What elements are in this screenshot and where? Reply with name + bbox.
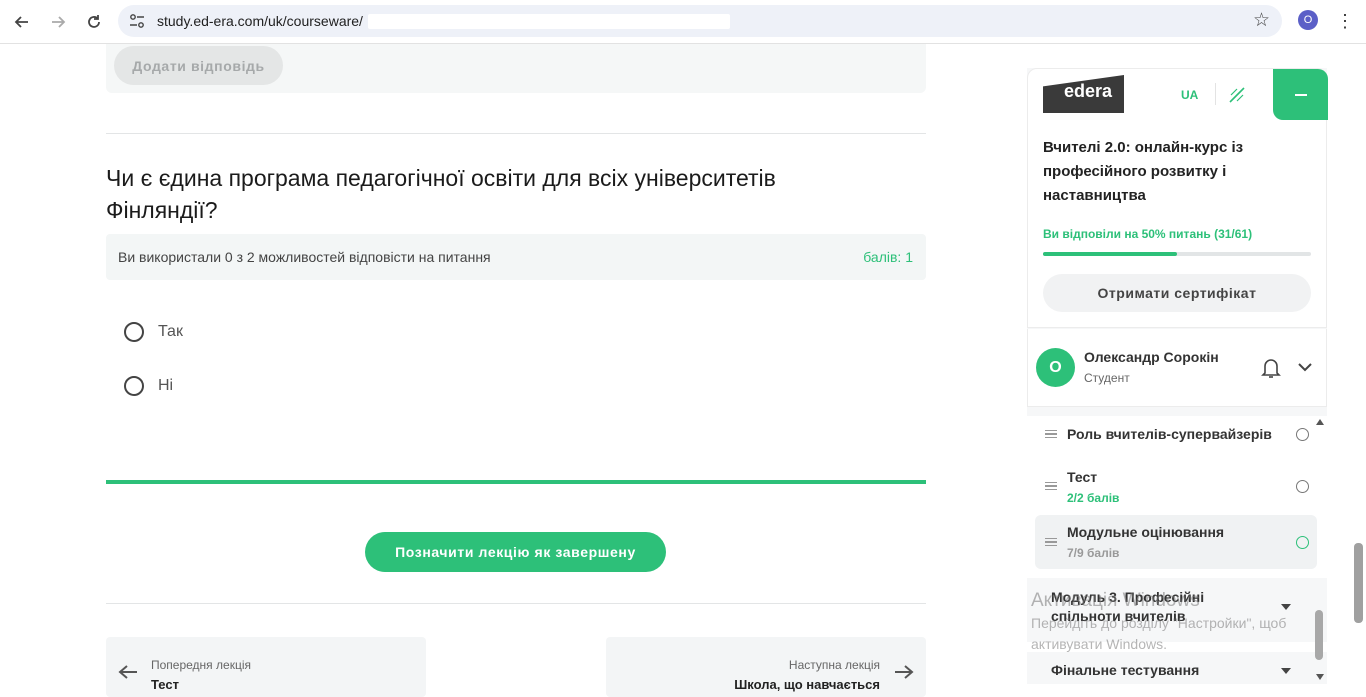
previous-lecture-title: Тест	[151, 677, 179, 692]
avatar[interactable]: О	[1036, 348, 1075, 387]
add-answer-button[interactable]: Додати відповідь	[114, 46, 283, 85]
page-scrollbar-thumb[interactable]	[1354, 543, 1363, 623]
user-name: Олександр Сорокін	[1084, 349, 1219, 365]
lesson-lines-icon	[1045, 538, 1057, 546]
lesson-title: Модульне оцінювання	[1067, 524, 1225, 540]
status-circle-icon	[1296, 480, 1309, 493]
lesson-score: 7/9 балів	[1067, 546, 1120, 560]
lesson-title: Роль вчителів-супервайзерів	[1067, 426, 1272, 442]
reload-icon[interactable]	[80, 8, 108, 36]
back-arrow-icon[interactable]	[8, 8, 36, 36]
sidebar-scroll-down-icon[interactable]	[1316, 674, 1324, 680]
logo-text: edera	[1064, 81, 1113, 101]
next-lecture-title: Школа, що навчається	[734, 677, 880, 692]
caret-down-icon	[1281, 668, 1291, 674]
user-panel: О Олександр Сорокін Студент	[1027, 329, 1327, 407]
course-progress-bar	[1043, 252, 1311, 256]
address-bar[interactable]: study.ed-era.com/uk/courseware/ ☆	[118, 5, 1282, 37]
lesson-title: Тест	[1067, 469, 1098, 485]
lesson-score: 2/2 балів	[1067, 491, 1120, 505]
lesson-lines-icon	[1045, 482, 1057, 490]
answer-option-no[interactable]: Ні	[124, 374, 173, 398]
redacted-url-part	[368, 14, 730, 29]
course-progress-fill	[1043, 252, 1177, 256]
chevron-down-icon[interactable]	[1298, 362, 1312, 372]
watermark-line: активувати Windows.	[1031, 636, 1167, 652]
radio-button[interactable]	[124, 376, 144, 396]
radio-button[interactable]	[124, 322, 144, 342]
get-certificate-button[interactable]: Отримати сертифікат	[1043, 274, 1311, 312]
next-lecture-label: Наступна лекція	[788, 658, 880, 672]
section-divider	[106, 603, 926, 604]
previous-lecture-label: Попередня лекція	[151, 658, 251, 672]
list-item-active[interactable]: Модульне оцінювання 7/9 балів	[1035, 515, 1317, 569]
course-header-card: edera UA Вчителі 2.0: онлайн-курс із про…	[1027, 68, 1328, 328]
next-lecture-link[interactable]: Наступна лекція Школа, що навчається	[606, 637, 926, 697]
browser-toolbar: study.ed-era.com/uk/courseware/ ☆ O ⋮	[0, 0, 1366, 44]
previous-answer-block: Додати відповідь	[106, 44, 926, 93]
watermark-line: Перейдіть до розділу "Настройки", щоб	[1031, 615, 1287, 631]
question-title: Чи є єдина програма педагогічної освіти …	[106, 165, 776, 223]
contrast-toggle-icon[interactable]	[1228, 86, 1246, 104]
list-item[interactable]: Тест 2/2 балів	[1035, 460, 1317, 512]
status-circle-icon	[1296, 536, 1309, 549]
bookmark-star-icon[interactable]: ☆	[1253, 9, 1270, 32]
option-label: Так	[158, 323, 183, 340]
windows-activation-watermark: Активація Windows Перейдіть до розділу "…	[1031, 589, 1286, 655]
bell-icon[interactable]	[1261, 357, 1281, 379]
sidebar-scrollbar-thumb[interactable]	[1315, 610, 1323, 660]
status-circle-icon	[1296, 428, 1309, 441]
minus-icon	[1294, 93, 1307, 96]
user-role: Студент	[1084, 371, 1130, 385]
arrow-left-icon	[118, 661, 138, 687]
answer-option-yes[interactable]: Так	[124, 320, 183, 344]
site-settings-icon[interactable]	[128, 12, 146, 30]
lesson-progress-line	[106, 480, 926, 484]
course-progress-label: Ви відповіли на 50% питань (31/61)	[1043, 227, 1253, 241]
watermark-title: Активація Windows	[1031, 590, 1200, 611]
lesson-lines-icon	[1045, 430, 1057, 438]
lesson-content: Додати відповідь Чи є єдина програма пед…	[0, 44, 1010, 697]
forward-arrow-icon[interactable]	[44, 8, 72, 36]
edera-logo[interactable]: edera	[1043, 75, 1124, 113]
sidebar-scroll-up-icon[interactable]	[1316, 419, 1324, 425]
previous-lecture-link[interactable]: Попередня лекція Тест	[106, 637, 426, 697]
browser-menu-icon[interactable]: ⋮	[1336, 9, 1354, 33]
mark-complete-button[interactable]: Позначити лекцію як завершену	[365, 532, 666, 572]
profile-avatar[interactable]: O	[1298, 10, 1318, 30]
header-divider	[1215, 83, 1216, 105]
collapse-menu-button[interactable]	[1273, 69, 1328, 120]
points-text: балів: 1	[863, 249, 913, 265]
attempts-info-bar: Ви використали 0 з 2 можливостей відпові…	[106, 234, 926, 280]
option-label: Ні	[158, 377, 174, 394]
arrow-right-icon	[894, 661, 914, 687]
module-title: Фінальне тестування	[1051, 662, 1200, 678]
list-item[interactable]: Роль вчителів-супервайзерів	[1035, 420, 1317, 448]
course-title: Вчителі 2.0: онлайн-курс із професійного…	[1043, 139, 1244, 204]
module-item[interactable]: Фінальне тестування	[1027, 652, 1327, 684]
url-text: study.ed-era.com/uk/courseware/	[157, 13, 363, 29]
section-divider	[106, 133, 926, 134]
language-switch[interactable]: UA	[1181, 88, 1198, 102]
attempts-text: Ви використали 0 з 2 можливостей відпові…	[118, 249, 491, 265]
